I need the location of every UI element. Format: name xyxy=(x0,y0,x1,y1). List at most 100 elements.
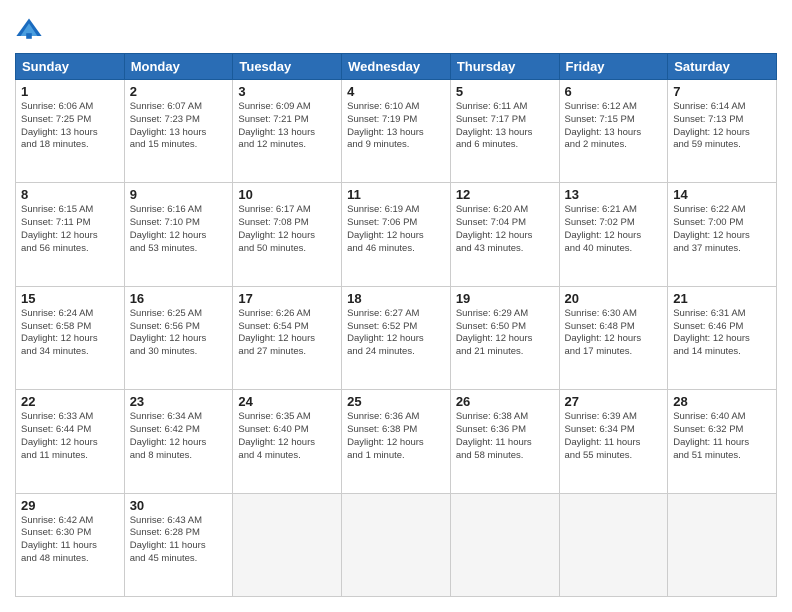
day-number: 3 xyxy=(238,84,336,99)
col-monday: Monday xyxy=(124,54,233,80)
day-cell: 13 Sunrise: 6:21 AM Sunset: 7:02 PM Dayli… xyxy=(559,183,668,286)
day-info: Sunrise: 6:42 AM Sunset: 6:30 PM Dayligh… xyxy=(21,515,119,566)
col-thursday: Thursday xyxy=(450,54,559,80)
logo-icon xyxy=(15,15,43,43)
day-info: Sunrise: 6:33 AM Sunset: 6:44 PM Dayligh… xyxy=(21,411,119,462)
day-cell: 9 Sunrise: 6:16 AM Sunset: 7:10 PM Daylig… xyxy=(124,183,233,286)
day-cell: 18Sunrise: 6:27 AM Sunset: 6:52 PM Dayli… xyxy=(342,286,451,389)
day-info: Sunrise: 6:43 AM Sunset: 6:28 PM Dayligh… xyxy=(130,515,228,566)
col-wednesday: Wednesday xyxy=(342,54,451,80)
day-info: Sunrise: 6:11 AM Sunset: 7:17 PM Dayligh… xyxy=(456,101,554,152)
day-cell: 11 Sunrise: 6:19 AM Sunset: 7:06 PM Dayli… xyxy=(342,183,451,286)
week-row-1: 1Sunrise: 6:06 AM Sunset: 7:25 PM Daylig… xyxy=(16,80,777,183)
day-cell: 12 Sunrise: 6:20 AM Sunset: 7:04 PM Dayli… xyxy=(450,183,559,286)
day-info: Sunrise: 6:26 AM Sunset: 6:54 PM Dayligh… xyxy=(238,308,336,359)
day-number: 4 xyxy=(347,84,445,99)
day-number: 21 xyxy=(673,291,771,306)
day-info: Sunrise: 6:20 AM Sunset: 7:04 PM Dayligh… xyxy=(456,204,554,255)
day-number: 20 xyxy=(565,291,663,306)
day-cell: 19 Sunrise: 6:29 AM Sunset: 6:50 PM Dayli… xyxy=(450,286,559,389)
day-cell: 14Sunrise: 6:22 AM Sunset: 7:00 PM Dayli… xyxy=(668,183,777,286)
day-number: 12 xyxy=(456,187,554,202)
day-cell: 28 Sunrise: 6:40 AM Sunset: 6:32 PM Dayli… xyxy=(668,390,777,493)
day-cell: 17 Sunrise: 6:26 AM Sunset: 6:54 PM Dayli… xyxy=(233,286,342,389)
header xyxy=(15,15,777,43)
day-number: 27 xyxy=(565,394,663,409)
day-info: Sunrise: 6:38 AM Sunset: 6:36 PM Dayligh… xyxy=(456,411,554,462)
day-cell: 25Sunrise: 6:36 AM Sunset: 6:38 PM Dayli… xyxy=(342,390,451,493)
day-number: 14 xyxy=(673,187,771,202)
day-info: Sunrise: 6:40 AM Sunset: 6:32 PM Dayligh… xyxy=(673,411,771,462)
day-cell xyxy=(450,493,559,596)
day-number: 11 xyxy=(347,187,445,202)
day-info: Sunrise: 6:27 AM Sunset: 6:52 PM Dayligh… xyxy=(347,308,445,359)
day-number: 2 xyxy=(130,84,228,99)
logo xyxy=(15,15,47,43)
day-cell: 21 Sunrise: 6:31 AM Sunset: 6:46 PM Dayli… xyxy=(668,286,777,389)
day-number: 24 xyxy=(238,394,336,409)
day-cell: 8 Sunrise: 6:15 AM Sunset: 7:11 PM Daylig… xyxy=(16,183,125,286)
day-number: 26 xyxy=(456,394,554,409)
day-info: Sunrise: 6:14 AM Sunset: 7:13 PM Dayligh… xyxy=(673,101,771,152)
day-number: 15 xyxy=(21,291,119,306)
day-cell: 7 Sunrise: 6:14 AM Sunset: 7:13 PM Daylig… xyxy=(668,80,777,183)
day-info: Sunrise: 6:29 AM Sunset: 6:50 PM Dayligh… xyxy=(456,308,554,359)
day-info: Sunrise: 6:31 AM Sunset: 6:46 PM Dayligh… xyxy=(673,308,771,359)
day-cell xyxy=(668,493,777,596)
day-info: Sunrise: 6:10 AM Sunset: 7:19 PM Dayligh… xyxy=(347,101,445,152)
day-number: 17 xyxy=(238,291,336,306)
day-number: 19 xyxy=(456,291,554,306)
day-cell: 24 Sunrise: 6:35 AM Sunset: 6:40 PM Dayli… xyxy=(233,390,342,493)
day-number: 30 xyxy=(130,498,228,513)
day-info: Sunrise: 6:36 AM Sunset: 6:38 PM Dayligh… xyxy=(347,411,445,462)
day-number: 9 xyxy=(130,187,228,202)
day-info: Sunrise: 6:07 AM Sunset: 7:23 PM Dayligh… xyxy=(130,101,228,152)
day-info: Sunrise: 6:21 AM Sunset: 7:02 PM Dayligh… xyxy=(565,204,663,255)
day-number: 28 xyxy=(673,394,771,409)
day-info: Sunrise: 6:34 AM Sunset: 6:42 PM Dayligh… xyxy=(130,411,228,462)
day-info: Sunrise: 6:12 AM Sunset: 7:15 PM Dayligh… xyxy=(565,101,663,152)
day-cell xyxy=(233,493,342,596)
day-cell: 3Sunrise: 6:09 AM Sunset: 7:21 PM Daylig… xyxy=(233,80,342,183)
day-cell: 23 Sunrise: 6:34 AM Sunset: 6:42 PM Dayli… xyxy=(124,390,233,493)
calendar-body: 1Sunrise: 6:06 AM Sunset: 7:25 PM Daylig… xyxy=(16,80,777,597)
day-cell: 6 Sunrise: 6:12 AM Sunset: 7:15 PM Daylig… xyxy=(559,80,668,183)
day-number: 8 xyxy=(21,187,119,202)
calendar: Sunday Monday Tuesday Wednesday Thursday… xyxy=(15,53,777,597)
day-cell: 26 Sunrise: 6:38 AM Sunset: 6:36 PM Dayli… xyxy=(450,390,559,493)
week-row-4: 22 Sunrise: 6:33 AM Sunset: 6:44 PM Dayli… xyxy=(16,390,777,493)
week-row-2: 8 Sunrise: 6:15 AM Sunset: 7:11 PM Daylig… xyxy=(16,183,777,286)
week-row-3: 15Sunrise: 6:24 AM Sunset: 6:58 PM Dayli… xyxy=(16,286,777,389)
day-cell: 16 Sunrise: 6:25 AM Sunset: 6:56 PM Dayli… xyxy=(124,286,233,389)
day-cell: 10Sunrise: 6:17 AM Sunset: 7:08 PM Dayli… xyxy=(233,183,342,286)
page: Sunday Monday Tuesday Wednesday Thursday… xyxy=(0,0,792,612)
day-info: Sunrise: 6:39 AM Sunset: 6:34 PM Dayligh… xyxy=(565,411,663,462)
day-cell: 29 Sunrise: 6:42 AM Sunset: 6:30 PM Dayli… xyxy=(16,493,125,596)
day-number: 29 xyxy=(21,498,119,513)
day-number: 23 xyxy=(130,394,228,409)
col-sunday: Sunday xyxy=(16,54,125,80)
day-cell: 27 Sunrise: 6:39 AM Sunset: 6:34 PM Dayli… xyxy=(559,390,668,493)
day-number: 7 xyxy=(673,84,771,99)
day-number: 13 xyxy=(565,187,663,202)
col-friday: Friday xyxy=(559,54,668,80)
day-number: 22 xyxy=(21,394,119,409)
day-cell: 2 Sunrise: 6:07 AM Sunset: 7:23 PM Daylig… xyxy=(124,80,233,183)
day-cell xyxy=(342,493,451,596)
day-info: Sunrise: 6:15 AM Sunset: 7:11 PM Dayligh… xyxy=(21,204,119,255)
day-cell: 5 Sunrise: 6:11 AM Sunset: 7:17 PM Daylig… xyxy=(450,80,559,183)
day-info: Sunrise: 6:17 AM Sunset: 7:08 PM Dayligh… xyxy=(238,204,336,255)
day-info: Sunrise: 6:06 AM Sunset: 7:25 PM Dayligh… xyxy=(21,101,119,152)
day-number: 5 xyxy=(456,84,554,99)
col-tuesday: Tuesday xyxy=(233,54,342,80)
day-info: Sunrise: 6:35 AM Sunset: 6:40 PM Dayligh… xyxy=(238,411,336,462)
day-number: 16 xyxy=(130,291,228,306)
col-saturday: Saturday xyxy=(668,54,777,80)
day-info: Sunrise: 6:16 AM Sunset: 7:10 PM Dayligh… xyxy=(130,204,228,255)
day-info: Sunrise: 6:30 AM Sunset: 6:48 PM Dayligh… xyxy=(565,308,663,359)
day-info: Sunrise: 6:19 AM Sunset: 7:06 PM Dayligh… xyxy=(347,204,445,255)
day-cell: 1Sunrise: 6:06 AM Sunset: 7:25 PM Daylig… xyxy=(16,80,125,183)
day-info: Sunrise: 6:25 AM Sunset: 6:56 PM Dayligh… xyxy=(130,308,228,359)
day-number: 6 xyxy=(565,84,663,99)
calendar-table: Sunday Monday Tuesday Wednesday Thursday… xyxy=(15,53,777,597)
